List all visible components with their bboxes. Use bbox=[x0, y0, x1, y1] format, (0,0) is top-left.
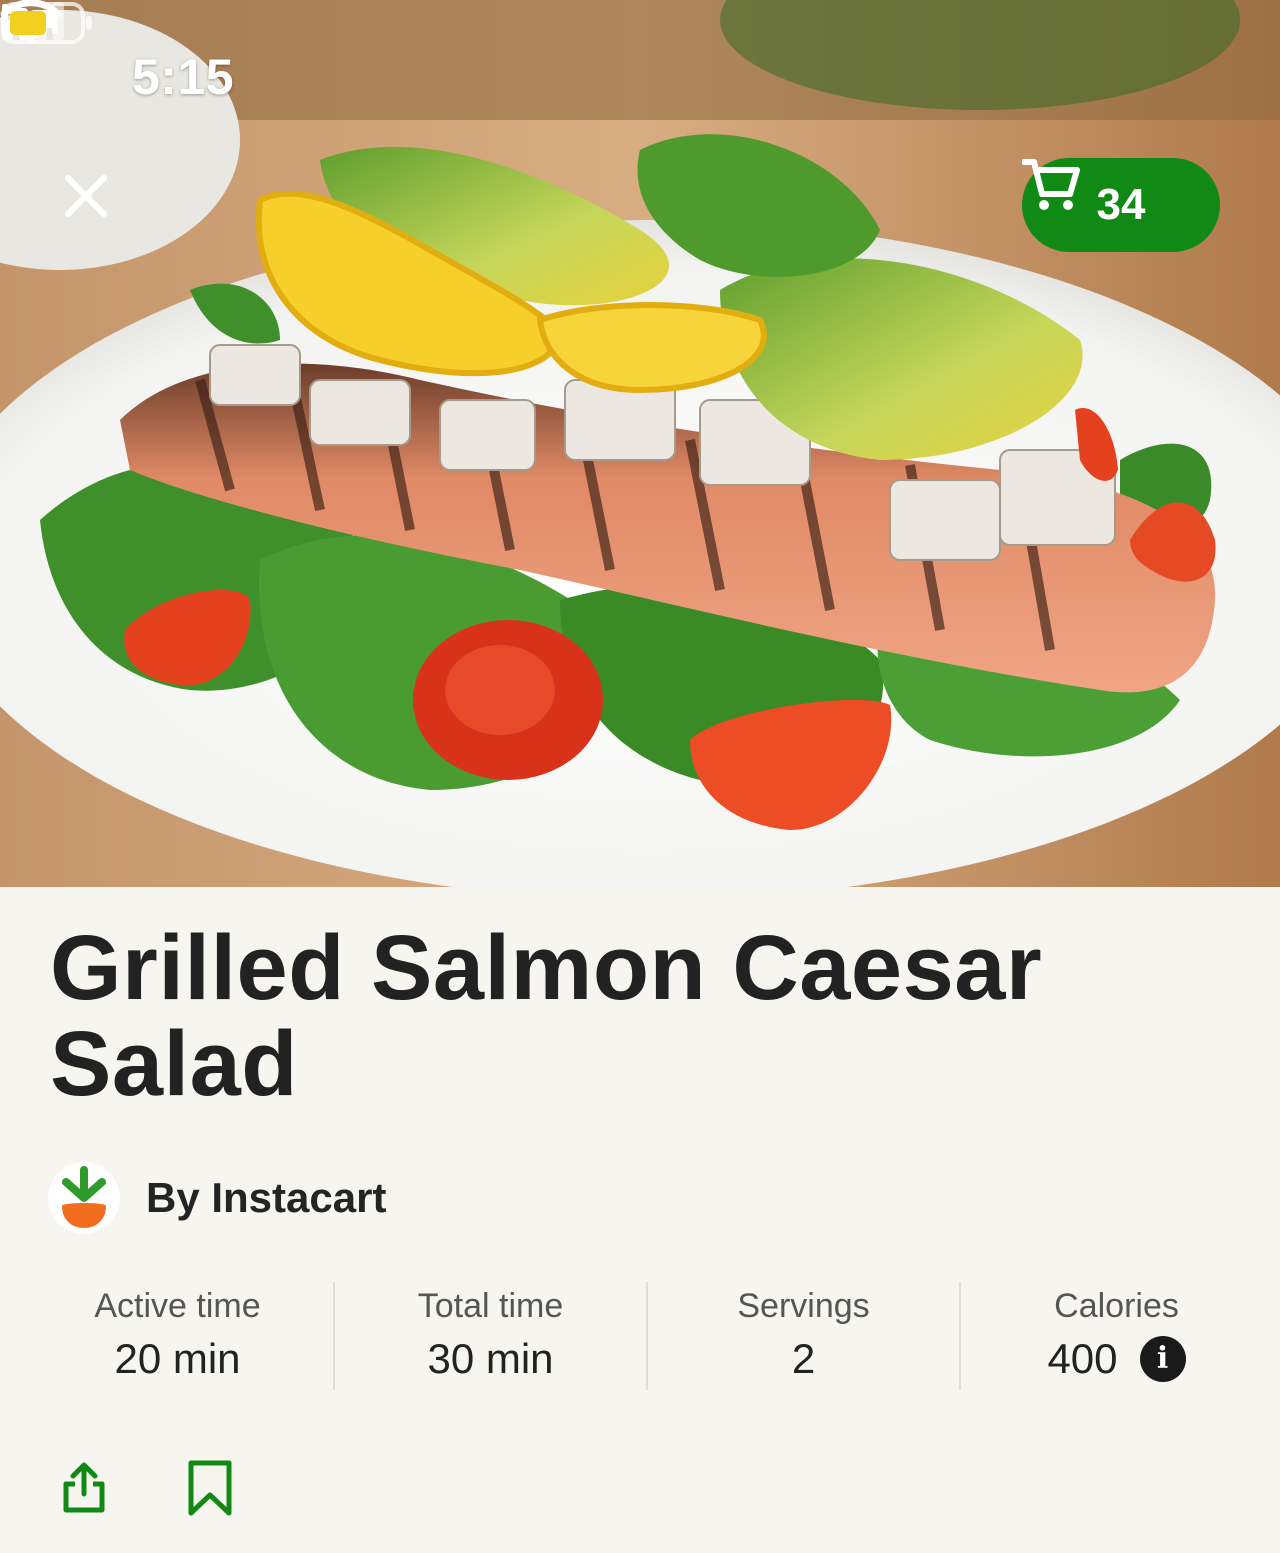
stat-value-row: 400 i bbox=[1047, 1330, 1186, 1388]
stat-value: 20 min bbox=[114, 1335, 241, 1382]
cart-count: 34 bbox=[1096, 180, 1146, 229]
stat-servings: Servings 2 bbox=[648, 1282, 961, 1390]
stat-value: 400 bbox=[1047, 1335, 1118, 1382]
recipe-stats: Active time 20 min Total time 30 min Ser… bbox=[22, 1282, 1272, 1390]
cart-button[interactable]: 34 bbox=[1022, 158, 1220, 252]
stat-label: Total time bbox=[417, 1287, 564, 1325]
status-time: 5:15 bbox=[132, 49, 235, 105]
recipe-title: Grilled Salmon Caesar Salad bbox=[50, 917, 1043, 1115]
stat-total-time: Total time 30 min bbox=[335, 1282, 648, 1390]
battery-icon bbox=[1, 2, 92, 44]
recipe-hero-image: 5:15 34 bbox=[0, 0, 1280, 887]
stat-value: 2 bbox=[791, 1335, 816, 1382]
stat-label: Active time bbox=[94, 1287, 261, 1325]
share-button[interactable] bbox=[56, 1458, 112, 1518]
info-icon[interactable]: i bbox=[1139, 1336, 1186, 1382]
grilled-salmon-salad-photo bbox=[0, 0, 1280, 887]
cart-icon bbox=[1022, 159, 1080, 210]
avatar bbox=[48, 1162, 120, 1234]
recipe-actions bbox=[56, 1456, 238, 1520]
instacart-carrot-logo bbox=[62, 1166, 106, 1228]
stat-calories: Calories 400 i bbox=[961, 1282, 1272, 1390]
share-icon bbox=[63, 1462, 105, 1513]
close-icon bbox=[65, 175, 107, 217]
stat-active-time: Active time 20 min bbox=[22, 1282, 335, 1390]
stat-value: 30 min bbox=[427, 1335, 554, 1382]
close-button[interactable] bbox=[62, 172, 128, 238]
bookmark-button[interactable] bbox=[182, 1458, 238, 1518]
author-name: By Instacart bbox=[146, 1174, 387, 1221]
recipe-author[interactable]: By Instacart bbox=[48, 1162, 386, 1234]
bookmark-icon bbox=[188, 1460, 232, 1516]
recipe-screen: 5:15 34 Grilled Salmon Caesar Salad By I… bbox=[0, 0, 1280, 1553]
stat-label: Calories bbox=[1054, 1287, 1179, 1325]
stat-label: Servings bbox=[737, 1287, 870, 1325]
